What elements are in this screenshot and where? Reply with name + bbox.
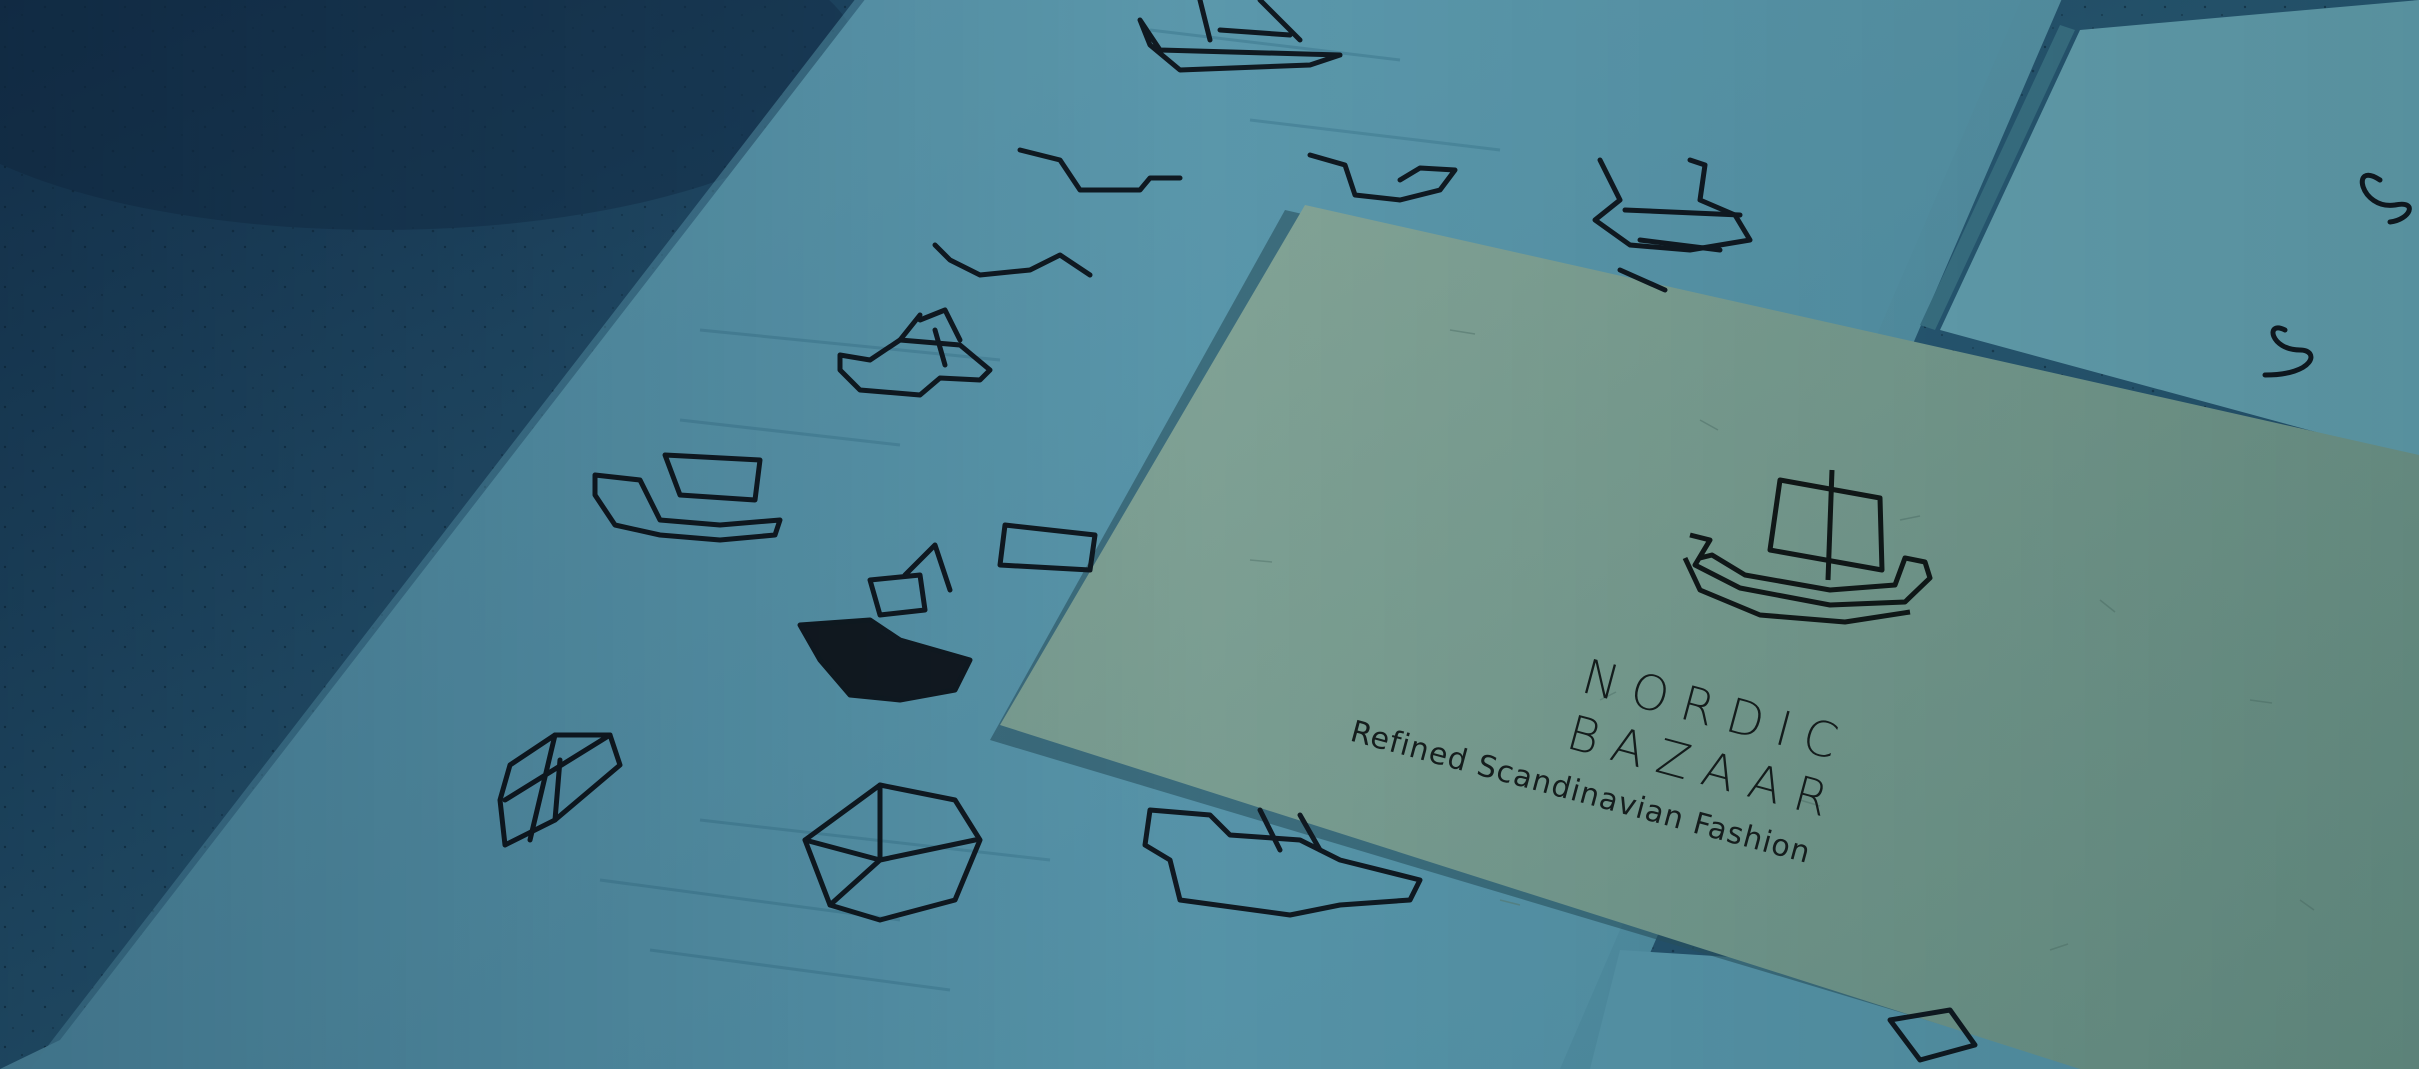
photo-scene: NORDIC BAZAAR Refined Scandinavian Fashi… xyxy=(0,0,2419,1069)
scene-illustration xyxy=(0,0,2419,1069)
